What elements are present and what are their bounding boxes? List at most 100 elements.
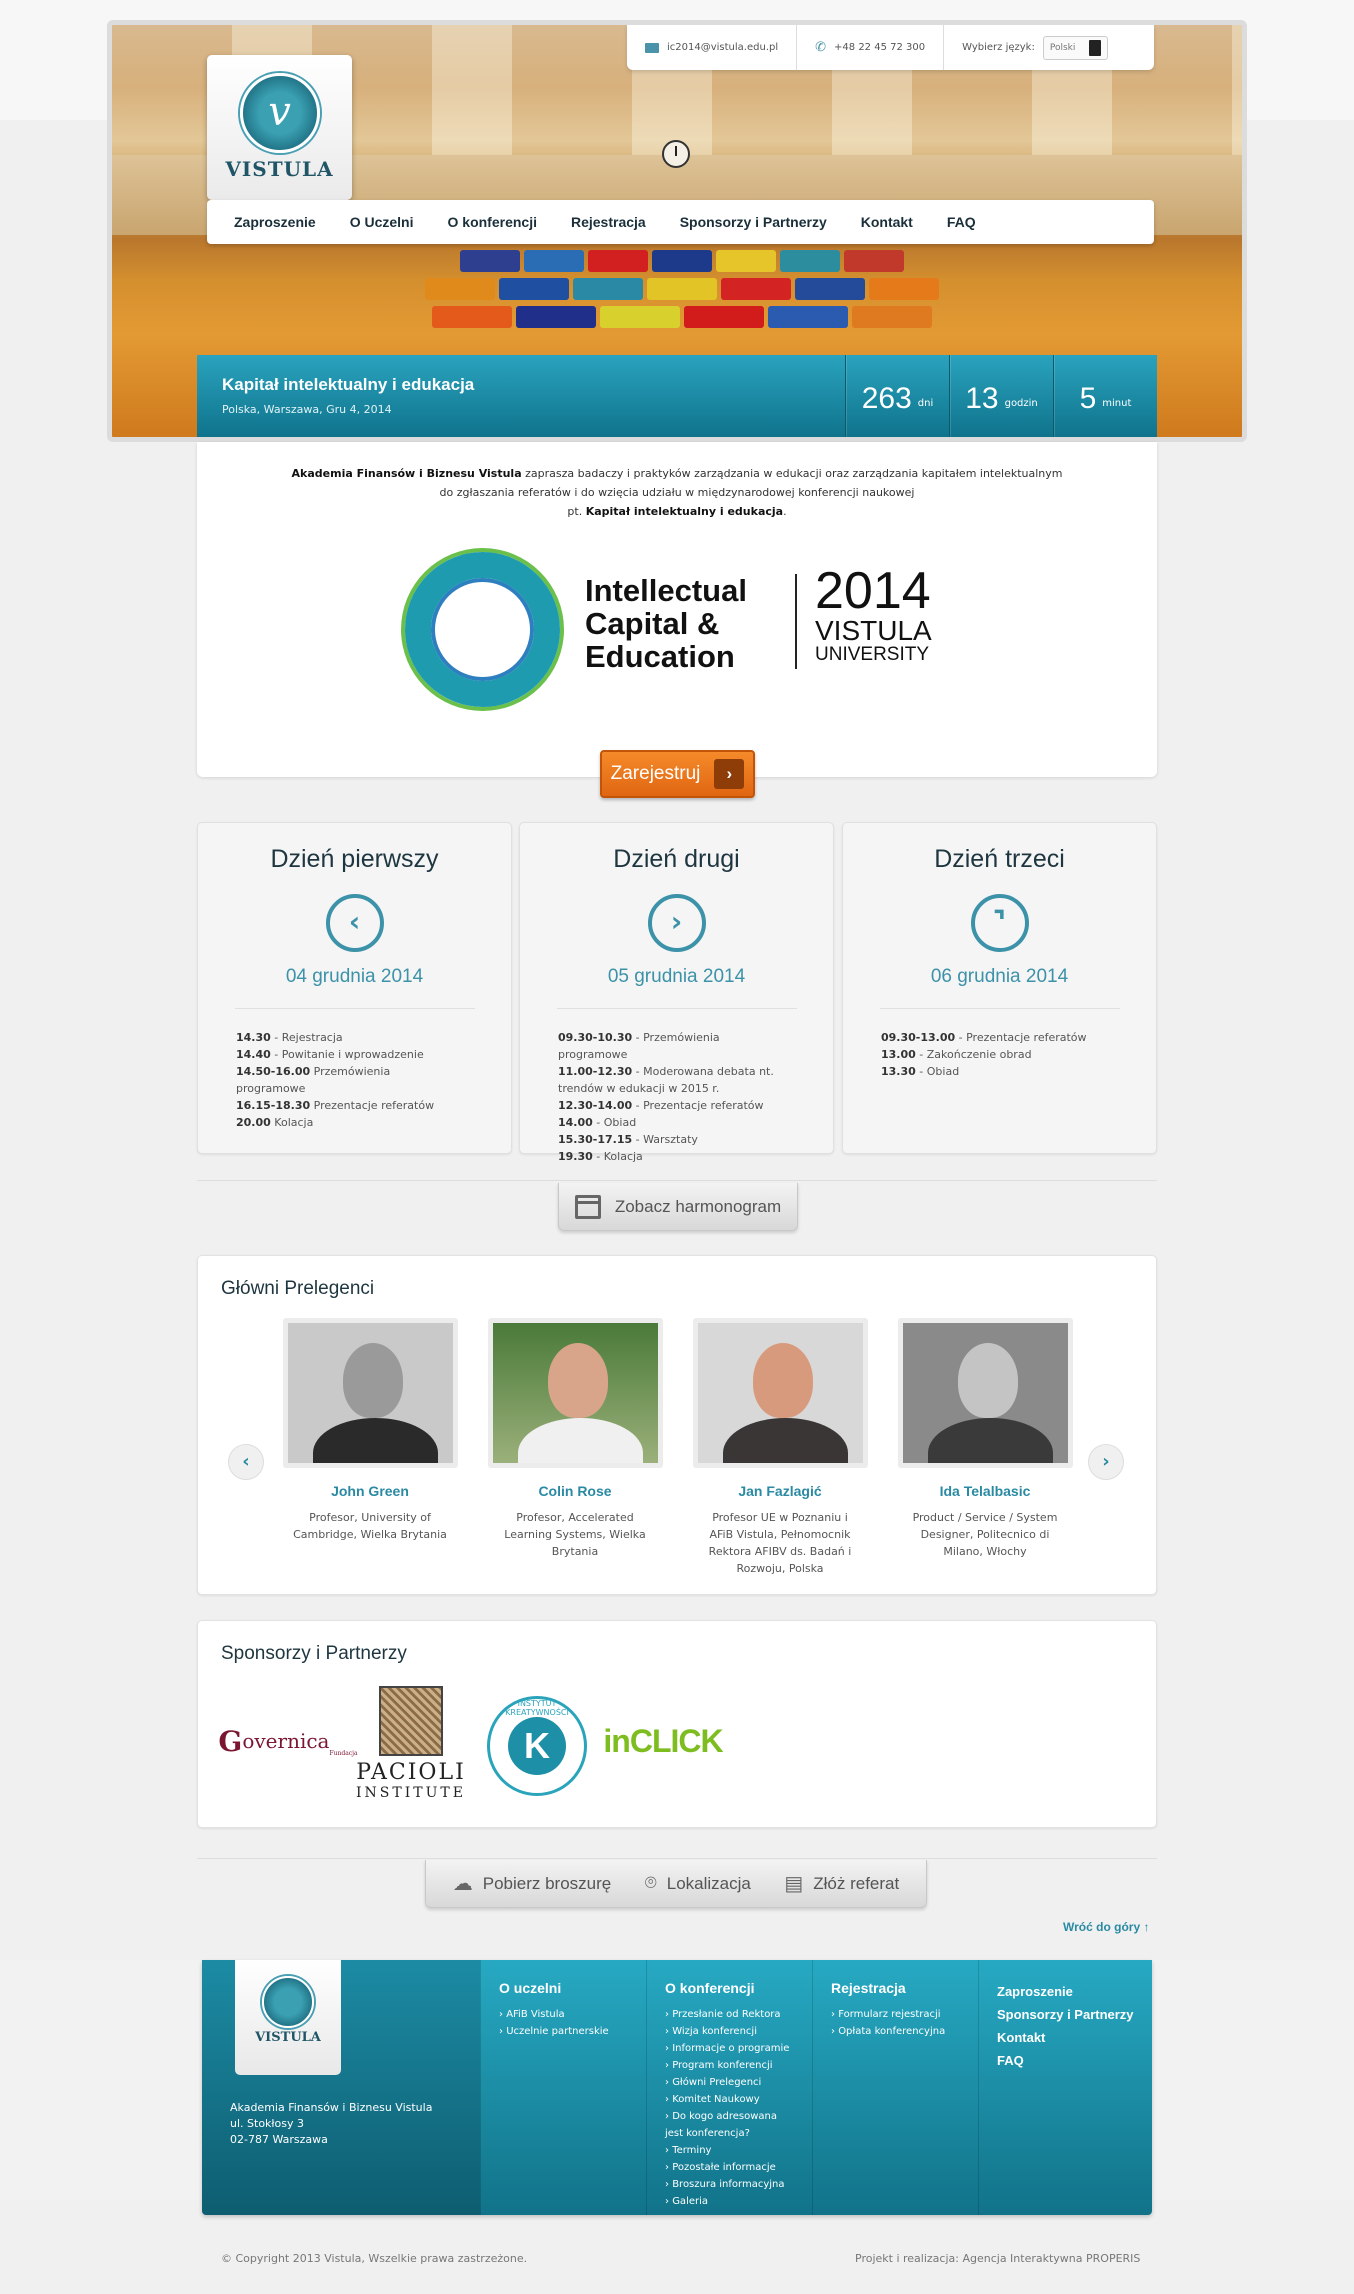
register-label: Zarejestruj	[610, 763, 701, 784]
vistula-logo[interactable]: v VISTULA	[207, 55, 352, 200]
hero-banner: v VISTULA ic2014@vistula.edu.pl ✆ +48 22…	[107, 20, 1247, 442]
language-select[interactable]: Polski	[1042, 35, 1109, 60]
footer-link[interactable]: Przesłanie od Rektora	[665, 2006, 794, 2023]
day-card-3: Dzień trzeci ⌝ 06 grudnia 2014 09.30-13.…	[842, 822, 1157, 1154]
vistula-emblem-icon	[262, 1976, 314, 2028]
nav-kontakt[interactable]: Kontakt	[844, 214, 930, 230]
calendar-icon	[574, 1194, 601, 1219]
footer-link[interactable]: Formularz rejestracji	[831, 2006, 960, 2023]
instytut-badge-icon: INSTYTUT KREATYWNOŚCI K	[487, 1696, 587, 1796]
schedule-item: 13.30 - Obiad	[881, 1065, 960, 1078]
countdown-hours-value: 13	[965, 381, 999, 415]
footer-link[interactable]: Główni Prelegenci	[665, 2074, 794, 2091]
footer-link[interactable]: Wizja konferencji	[665, 2023, 794, 2040]
day-divider	[879, 1008, 1120, 1009]
contact-email[interactable]: ic2014@vistula.edu.pl	[627, 25, 798, 70]
location-label: Lokalizacja	[666, 1873, 751, 1893]
sponsor-inclick-logo[interactable]: in CLICK	[603, 1721, 723, 1761]
day-schedule-list: 14.30 - Rejestracja 14.40 - Powitanie i …	[198, 1029, 458, 1131]
nav-rejestracja[interactable]: Rejestracja	[554, 214, 663, 230]
intro-line3-post: .	[783, 505, 787, 518]
download-brochure-button[interactable]: ☁ Pobierz broszurę	[453, 1871, 612, 1896]
carousel-prev-button[interactable]: ‹	[228, 1444, 264, 1480]
footer-address: Akademia Finansów i Biznesu Vistula ul. …	[230, 2101, 433, 2146]
intro-text: Akademia Finansów i Biznesu Vistula zapr…	[197, 442, 1157, 521]
instytut-letter: K	[508, 1717, 566, 1775]
speaker-card[interactable]: Colin Rose Profesor, Accelerated Learnin…	[485, 1318, 665, 1560]
instytut-label: INSTYTUT KREATYWNOŚCI	[505, 1699, 569, 1717]
schedule-item: 14.30 - Rejestracja	[236, 1031, 343, 1044]
footer-link[interactable]: Kontakt	[997, 2026, 1134, 2049]
speaker-role: Profesor, University of Cambridge, Wielk…	[293, 1511, 447, 1541]
speaker-card[interactable]: Ida Telalbasic Product / Service / Syste…	[895, 1318, 1075, 1560]
footer-link[interactable]: Pozostałe informacje	[665, 2159, 794, 2176]
phone-text: +48 22 45 72 300	[834, 42, 926, 53]
speaker-name[interactable]: Colin Rose	[485, 1483, 665, 1499]
speaker-name[interactable]: John Green	[280, 1483, 460, 1499]
clock-icon: ⌝	[970, 894, 1029, 952]
logo-line1: Intellectual	[585, 573, 747, 608]
footer-link[interactable]: Galeria	[665, 2193, 794, 2210]
email-text: ic2014@vistula.edu.pl	[667, 42, 779, 53]
main-nav: Zaproszenie O Uczelni O konferencji Reje…	[207, 200, 1154, 244]
nav-faq[interactable]: FAQ	[930, 214, 993, 230]
day-title: Dzień drugi	[613, 845, 740, 873]
schedule-item: 14.40 - Powitanie i wprowadzenie	[236, 1048, 424, 1061]
nav-o-konferencji[interactable]: O konferencji	[431, 214, 554, 230]
footer-link[interactable]: Do kogo adresowana jest konferencja?	[665, 2108, 794, 2142]
view-schedule-button[interactable]: Zobacz harmonogram	[558, 1183, 798, 1231]
footer-link[interactable]: Sponsorzy i Partnerzy	[997, 2003, 1134, 2026]
speaker-card[interactable]: Jan Fazlagić Profesor UE w Poznaniu i AF…	[690, 1318, 870, 1577]
footer-link[interactable]: FAQ	[997, 2049, 1134, 2072]
footer-link[interactable]: Opłata konferencyjna	[831, 2023, 960, 2040]
footer-link[interactable]: Broszura informacyjna	[665, 2176, 794, 2193]
nav-zaproszenie[interactable]: Zaproszenie	[217, 214, 333, 230]
speaker-photo	[282, 1318, 458, 1468]
credits-link[interactable]: Projekt i realizacja: Agencja Interaktyw…	[855, 2252, 1140, 2265]
register-button[interactable]: Zarejestruj ›	[600, 750, 755, 798]
section-divider	[197, 1180, 1157, 1181]
submit-paper-label: Złóż referat	[813, 1873, 900, 1893]
speaker-name[interactable]: Ida Telalbasic	[895, 1483, 1075, 1499]
schedule-item: 09.30-10.30 - Przemówienia programowe	[558, 1031, 720, 1061]
footer-col-main-links: Zaproszenie Sponsorzy i Partnerzy Kontak…	[978, 1960, 1152, 2215]
sponsor-pacioli-logo[interactable]: PACIOLI INSTITUTE	[356, 1683, 466, 1803]
back-to-top-link[interactable]: Wróć do góry ↑	[1063, 1920, 1149, 1934]
nav-o-uczelni[interactable]: O Uczelni	[333, 214, 431, 230]
sponsors-panel: Sponsorzy i Partnerzy Governica Fundacja…	[197, 1620, 1157, 1828]
speaker-card[interactable]: John Green Profesor, University of Cambr…	[280, 1318, 460, 1543]
footer-link[interactable]: Komitet Naukowy	[665, 2091, 794, 2108]
carousel-next-button[interactable]: ›	[1088, 1444, 1124, 1480]
day-card-1: Dzień pierwszy ‹ 04 grudnia 2014 14.30 -…	[197, 822, 512, 1154]
intro-line1: zaprasza badaczy i praktyków zarządzania…	[521, 467, 1063, 480]
speaker-name[interactable]: Jan Fazlagić	[690, 1483, 870, 1499]
footer-link[interactable]: Program konferencji	[665, 2057, 794, 2074]
location-button[interactable]: ⌾ Lokalizacja	[645, 1872, 751, 1895]
footer-link[interactable]: Uczelnie partnerskie	[499, 2023, 628, 2040]
footer-col-uczelni: O uczelni AFiB Vistula Uczelnie partners…	[480, 1960, 646, 2215]
pacioli-text2: INSTITUTE	[356, 1784, 466, 1801]
footer-link[interactable]: AFiB Vistula	[499, 2006, 628, 2023]
sponsor-governica-logo[interactable]: Governica Fundacja	[218, 1721, 357, 1761]
action-bar: ☁ Pobierz broszurę ⌾ Lokalizacja ▤ Złóż …	[425, 1860, 927, 1908]
footer-link[interactable]: Informacje o programie	[665, 2040, 794, 2057]
intro-panel: Akademia Finansów i Biznesu Vistula zapr…	[197, 442, 1157, 777]
copyright-text: © Copyright 2013 Vistula, Wszelkie prawa…	[221, 2252, 528, 2265]
nav-sponsorzy[interactable]: Sponsorzy i Partnerzy	[663, 214, 844, 230]
submit-paper-button[interactable]: ▤ Złóż referat	[784, 1871, 899, 1896]
governica-initial: G	[218, 1724, 243, 1758]
day-divider	[556, 1008, 797, 1009]
footer-col-title[interactable]: Rejestracja	[831, 1980, 960, 1996]
view-schedule-label: Zobacz harmonogram	[614, 1196, 782, 1216]
footer-link[interactable]: Zaproszenie	[997, 1980, 1134, 2003]
footer-col-title[interactable]: O uczelni	[499, 1980, 628, 1996]
footer-link[interactable]: Terminy	[665, 2142, 794, 2159]
clock-icon: ›	[647, 894, 706, 952]
day-divider	[234, 1008, 475, 1009]
logo-university2: UNIVERSITY	[815, 644, 930, 665]
sponsor-instytut-kreatywnosci-logo[interactable]: INSTYTUT KREATYWNOŚCI K	[482, 1691, 592, 1801]
footer-logo[interactable]: VISTULA	[235, 1960, 341, 2075]
intro-org: Akademia Finansów i Biznesu Vistula	[291, 467, 522, 480]
logo-divider	[795, 574, 797, 669]
footer-col-title[interactable]: O konferencji	[665, 1980, 794, 1996]
